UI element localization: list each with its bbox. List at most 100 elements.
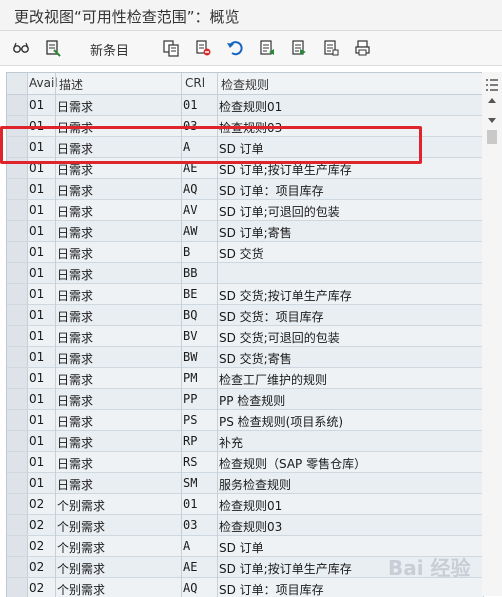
table-row[interactable]: 01 日需求 RS 检查规则（SAP 零售仓库） [7, 452, 483, 473]
deselect-all-icon[interactable] [322, 39, 340, 57]
description-cell: 日需求 [57, 394, 94, 408]
description-cell: 日需求 [57, 352, 94, 366]
table-row[interactable]: 01 日需求 01 检查规则01 [7, 95, 483, 116]
row-selector[interactable] [7, 515, 28, 535]
avail-cell: 01 [29, 287, 45, 301]
avail-cell: 01 [29, 203, 45, 217]
check-rule-cell: 检查规则（SAP 零售仓库） [219, 457, 367, 471]
description-cell: 日需求 [57, 184, 94, 198]
row-selector[interactable] [7, 578, 28, 597]
avail-cell: 01 [29, 392, 45, 406]
column-settings-icon[interactable] [485, 78, 499, 92]
avail-cell: 01 [29, 308, 45, 322]
crl-cell: PS [183, 413, 198, 427]
row-selector[interactable] [7, 200, 28, 220]
avail-cell: 02 [29, 497, 45, 511]
crl-cell: BE [183, 287, 198, 301]
check-rule-cell: SD 交货;寄售 [219, 352, 292, 366]
check-rule-cell: SD 订单;可退回的包装 [219, 205, 340, 219]
table-row[interactable]: 02 个别需求 03 检查规则03 [7, 515, 483, 536]
table-row[interactable]: 01 日需求 BB [7, 263, 483, 284]
crl-cell: 01 [183, 98, 198, 112]
column-header-description[interactable]: 描述 [59, 76, 83, 93]
table-row[interactable]: 01 日需求 PP PP 检查规则 [7, 389, 483, 410]
table-row[interactable]: 01 日需求 BQ SD 交货：项目库存 [7, 305, 483, 326]
check-rule-cell: SD 订单：项目库存 [219, 583, 324, 597]
table-row[interactable]: 01 日需求 PS PS 检查规则(项目系统) [7, 410, 483, 431]
table-row[interactable]: 01 日需求 PM 检查工厂维护的规则 [7, 368, 483, 389]
scrollbar-thumb[interactable] [487, 130, 497, 144]
crl-cell: 03 [183, 518, 198, 532]
check-rule-cell: 检查规则03 [219, 520, 283, 534]
avail-cell: 02 [29, 518, 45, 532]
row-selector[interactable] [7, 305, 28, 325]
row-selector[interactable] [7, 557, 28, 577]
check-rule-cell: SD 交货：项目库存 [219, 310, 324, 324]
row-selector[interactable] [7, 221, 28, 241]
row-selector[interactable] [7, 242, 28, 262]
description-cell: 日需求 [57, 268, 94, 282]
copy-icon[interactable] [162, 39, 180, 57]
table-row[interactable]: 01 日需求 AQ SD 订单：项目库存 [7, 179, 483, 200]
check-rule-cell: 检查工厂维护的规则 [219, 373, 328, 387]
row-selector[interactable] [7, 326, 28, 346]
select-block-icon[interactable] [290, 39, 308, 57]
table-row[interactable]: 01 日需求 SM 服务检查规则 [7, 473, 483, 494]
avail-cell: 01 [29, 245, 45, 259]
scroll-down-icon[interactable] [488, 118, 496, 123]
edit-document-icon[interactable] [44, 39, 62, 57]
column-header-check-rule[interactable]: 检查规则 [221, 76, 269, 93]
table-row[interactable]: 02 个别需求 01 检查规则01 [7, 494, 483, 515]
row-selector[interactable] [7, 284, 28, 304]
row-selector[interactable] [7, 494, 28, 514]
new-entries-button[interactable]: 新条目 [90, 40, 129, 59]
description-cell: 个别需求 [57, 562, 106, 576]
description-cell: 日需求 [57, 205, 94, 219]
table-row[interactable]: 01 日需求 BW SD 交货;寄售 [7, 347, 483, 368]
column-header-crl[interactable]: CRl [185, 76, 205, 90]
crl-cell: B [183, 245, 191, 259]
toolbar: 新条目 [0, 31, 502, 66]
crl-cell: BB [183, 266, 198, 280]
vertical-scrollbar[interactable] [482, 72, 502, 596]
row-selector[interactable] [7, 410, 28, 430]
table-row[interactable]: 01 日需求 AW SD 订单;寄售 [7, 221, 483, 242]
row-selector[interactable] [7, 95, 28, 115]
row-selector[interactable] [7, 452, 28, 472]
row-selector[interactable] [7, 431, 28, 451]
description-cell: 日需求 [57, 478, 94, 492]
avail-cell: 01 [29, 266, 45, 280]
print-icon[interactable] [354, 39, 372, 57]
crl-cell: A [183, 539, 191, 553]
crl-cell: AV [183, 203, 198, 217]
row-selector[interactable] [7, 389, 28, 409]
table-row[interactable]: 01 日需求 B SD 交货 [7, 242, 483, 263]
description-cell: 日需求 [57, 310, 94, 324]
crl-cell: PP [183, 392, 198, 406]
crl-cell: PM [183, 371, 198, 385]
undo-icon[interactable] [226, 39, 244, 57]
table-row[interactable]: 01 日需求 BV SD 交货;可退回的包装 [7, 326, 483, 347]
column-header-avail[interactable]: Avail [29, 76, 58, 90]
row-selector[interactable] [7, 368, 28, 388]
crl-cell: BV [183, 329, 198, 343]
table-row[interactable]: 01 日需求 BE SD 交货;按订单生产库存 [7, 284, 483, 305]
row-selector[interactable] [7, 536, 28, 556]
highlight-annotation [0, 126, 422, 164]
description-cell: 日需求 [57, 373, 94, 387]
select-all-cell[interactable] [7, 73, 28, 94]
delete-icon[interactable] [194, 39, 212, 57]
check-rule-cell: SD 订单;寄售 [219, 226, 292, 240]
row-selector[interactable] [7, 347, 28, 367]
row-selector[interactable] [7, 179, 28, 199]
row-selector[interactable] [7, 473, 28, 493]
check-rule-cell: 检查规则01 [219, 499, 283, 513]
row-selector[interactable] [7, 263, 28, 283]
glasses-display-icon[interactable] [12, 39, 30, 57]
scroll-up-icon[interactable] [488, 98, 496, 103]
check-rule-cell: SD 交货 [219, 247, 264, 261]
table-row[interactable]: 01 日需求 RP 补充 [7, 431, 483, 452]
select-all-icon[interactable] [258, 39, 276, 57]
check-rule-cell: 检查规则01 [219, 100, 283, 114]
table-row[interactable]: 01 日需求 AV SD 订单;可退回的包装 [7, 200, 483, 221]
